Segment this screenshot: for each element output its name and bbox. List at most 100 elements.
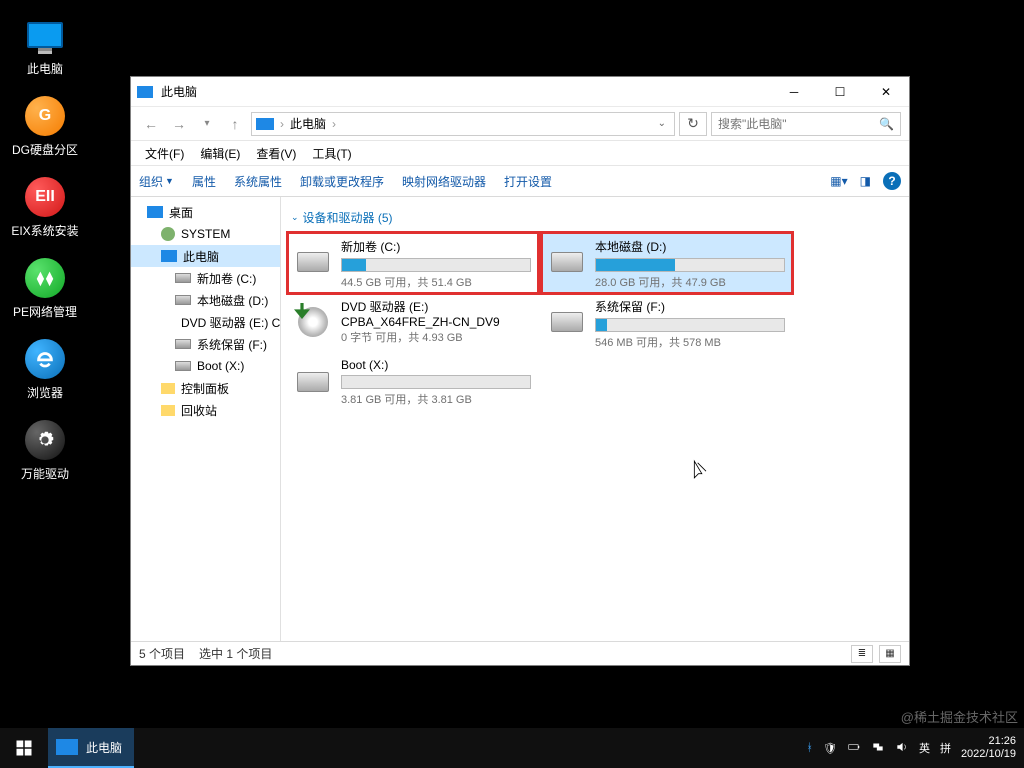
drive-icon [175, 339, 191, 349]
desktop-icon-this-pc[interactable]: 此电脑 [0, 8, 90, 89]
close-button[interactable]: ✕ [863, 77, 909, 107]
address-dropdown[interactable]: ⌄ [654, 118, 670, 129]
drive-item[interactable]: 新加卷 (C:)44.5 GB 可用，共 51.4 GB [289, 234, 537, 292]
menu-file[interactable]: 文件(F) [139, 143, 190, 164]
up-button[interactable]: ↑ [223, 112, 247, 136]
drive-sub: CPBA_X64FRE_ZH-CN_DV9 [341, 315, 531, 329]
open-settings-button[interactable]: 打开设置 [504, 173, 552, 190]
forward-button[interactable]: → [167, 112, 191, 136]
desktop-icon-dg[interactable]: G DG硬盘分区 [0, 89, 90, 170]
drive-icon [297, 372, 329, 392]
view-options-icon[interactable]: ▦▾ [830, 174, 847, 188]
watermark: @稀土掘金技术社区 [901, 707, 1018, 726]
details-view-icon[interactable]: ≣ [851, 645, 873, 663]
drive-icon [551, 252, 583, 272]
tree-item[interactable]: 此电脑 [131, 245, 280, 267]
maximize-button[interactable]: ☐ [817, 77, 863, 107]
menubar: 文件(F) 编辑(E) 查看(V) 工具(T) [131, 141, 909, 165]
back-button[interactable]: ← [139, 112, 163, 136]
group-header[interactable]: ⌄ 设备和驱动器 (5) [281, 205, 909, 234]
ie-icon [25, 339, 65, 379]
monitor-icon [161, 250, 177, 262]
menu-view[interactable]: 查看(V) [250, 143, 302, 164]
drive-icon [551, 312, 583, 332]
bluetooth-icon[interactable]: ᚼ [806, 742, 813, 754]
search-input[interactable] [718, 117, 879, 131]
taskbar-app-this-pc[interactable]: 此电脑 [48, 728, 134, 768]
tree-label: 桌面 [169, 204, 193, 221]
breadcrumb[interactable]: 此电脑 [290, 115, 326, 132]
usage-bar [595, 318, 785, 332]
help-icon[interactable]: ? [883, 172, 901, 190]
system-properties-button[interactable]: 系统属性 [234, 173, 282, 190]
drive-icon [297, 252, 329, 272]
drive-stat: 546 MB 可用，共 578 MB [595, 334, 785, 350]
battery-icon[interactable] [847, 740, 861, 757]
tree-item[interactable]: 本地磁盘 (D:) [131, 289, 280, 311]
properties-button[interactable]: 属性 [192, 173, 216, 190]
security-icon[interactable]: 🛡 [823, 742, 837, 755]
tree-item[interactable]: 系统保留 (F:) [131, 333, 280, 355]
ime-mode[interactable]: 拼 [940, 740, 951, 756]
item-count: 5 个项目 [139, 645, 185, 662]
dvd-icon [298, 307, 328, 337]
tree-label: SYSTEM [181, 227, 230, 241]
icon-label: 此电脑 [27, 60, 63, 77]
folder-icon [161, 405, 175, 416]
minimize-button[interactable]: ─ [771, 77, 817, 107]
start-button[interactable] [0, 728, 48, 768]
desktop-icon-driver[interactable]: 万能驱动 [0, 413, 90, 494]
tree-item[interactable]: 控制面板 [131, 377, 280, 399]
tree-label: 控制面板 [181, 380, 229, 397]
drive-item[interactable]: DVD 驱动器 (E:)CPBA_X64FRE_ZH-CN_DV90 字节 可用… [289, 294, 537, 352]
drive-name: DVD 驱动器 (E:) [341, 298, 531, 315]
organize-button[interactable]: 组织▼ [139, 173, 174, 190]
drive-item[interactable]: Boot (X:)3.81 GB 可用，共 3.81 GB [289, 354, 537, 412]
window-icon [137, 86, 153, 98]
tree-label: 系统保留 (F:) [197, 336, 267, 353]
gear-icon [25, 420, 65, 460]
chevron-down-icon: ⌄ [291, 212, 299, 223]
uninstall-button[interactable]: 卸载或更改程序 [300, 173, 384, 190]
drive-item[interactable]: 系统保留 (F:)546 MB 可用，共 578 MB [543, 294, 791, 352]
search-box[interactable]: 🔍 [711, 112, 901, 136]
menu-tools[interactable]: 工具(T) [306, 143, 357, 164]
desktop-icon-browser[interactable]: 浏览器 [0, 332, 90, 413]
volume-icon[interactable] [895, 740, 909, 757]
drive-stat: 28.0 GB 可用，共 47.9 GB [595, 274, 785, 290]
address-bar[interactable]: › 此电脑 › ⌄ [251, 112, 675, 136]
ime-lang[interactable]: 英 [919, 740, 930, 756]
command-bar: 组织▼ 属性 系统属性 卸载或更改程序 映射网络驱动器 打开设置 ▦▾ ◨ ? [131, 165, 909, 197]
date: 2022/10/19 [961, 748, 1016, 761]
tiles-view-icon[interactable]: ▦ [879, 645, 901, 663]
selection-count: 选中 1 个项目 [199, 645, 272, 662]
drive-item[interactable]: 本地磁盘 (D:) 28.0 GB 可用，共 47.9 GB [543, 234, 791, 292]
tree-item[interactable]: SYSTEM [131, 223, 280, 245]
nav-toolbar: ← → ▾ ↑ › 此电脑 › ⌄ ↻ 🔍 [131, 107, 909, 141]
tree-item[interactable]: Boot (X:) [131, 355, 280, 377]
drive-stat: 44.5 GB 可用，共 51.4 GB [341, 274, 531, 290]
desktop-icons: 此电脑 G DG硬盘分区 EII EIX系统安装 PE网络管理 浏览器 万能驱动 [0, 8, 90, 494]
tree-item[interactable]: 桌面 [131, 201, 280, 223]
drive-icon [175, 273, 191, 283]
tree-item[interactable]: 回收站 [131, 399, 280, 421]
menu-edit[interactable]: 编辑(E) [194, 143, 246, 164]
network-icon[interactable] [871, 740, 885, 757]
desktop-icon-eix[interactable]: EII EIX系统安装 [0, 170, 90, 251]
refresh-button[interactable]: ↻ [679, 112, 707, 136]
recent-button[interactable]: ▾ [195, 112, 219, 136]
desktop-icon-pe[interactable]: PE网络管理 [0, 251, 90, 332]
drive-name: 本地磁盘 (D:) [595, 238, 785, 255]
chevron-right-icon: › [280, 117, 284, 131]
map-drive-button[interactable]: 映射网络驱动器 [402, 173, 486, 190]
system-tray: ᚼ 🛡 英 拼 21:26 2022/10/19 [806, 728, 1024, 768]
preview-pane-icon[interactable]: ◨ [860, 174, 871, 188]
cursor-icon [691, 459, 711, 485]
tree-item[interactable]: DVD 驱动器 (E:) C [131, 311, 280, 333]
task-label: 此电脑 [86, 739, 122, 756]
tree-item[interactable]: 新加卷 (C:) [131, 267, 280, 289]
usage-bar [341, 375, 531, 389]
tree-label: 回收站 [181, 402, 217, 419]
clock[interactable]: 21:26 2022/10/19 [961, 735, 1016, 761]
titlebar[interactable]: 此电脑 ─ ☐ ✕ [131, 77, 909, 107]
